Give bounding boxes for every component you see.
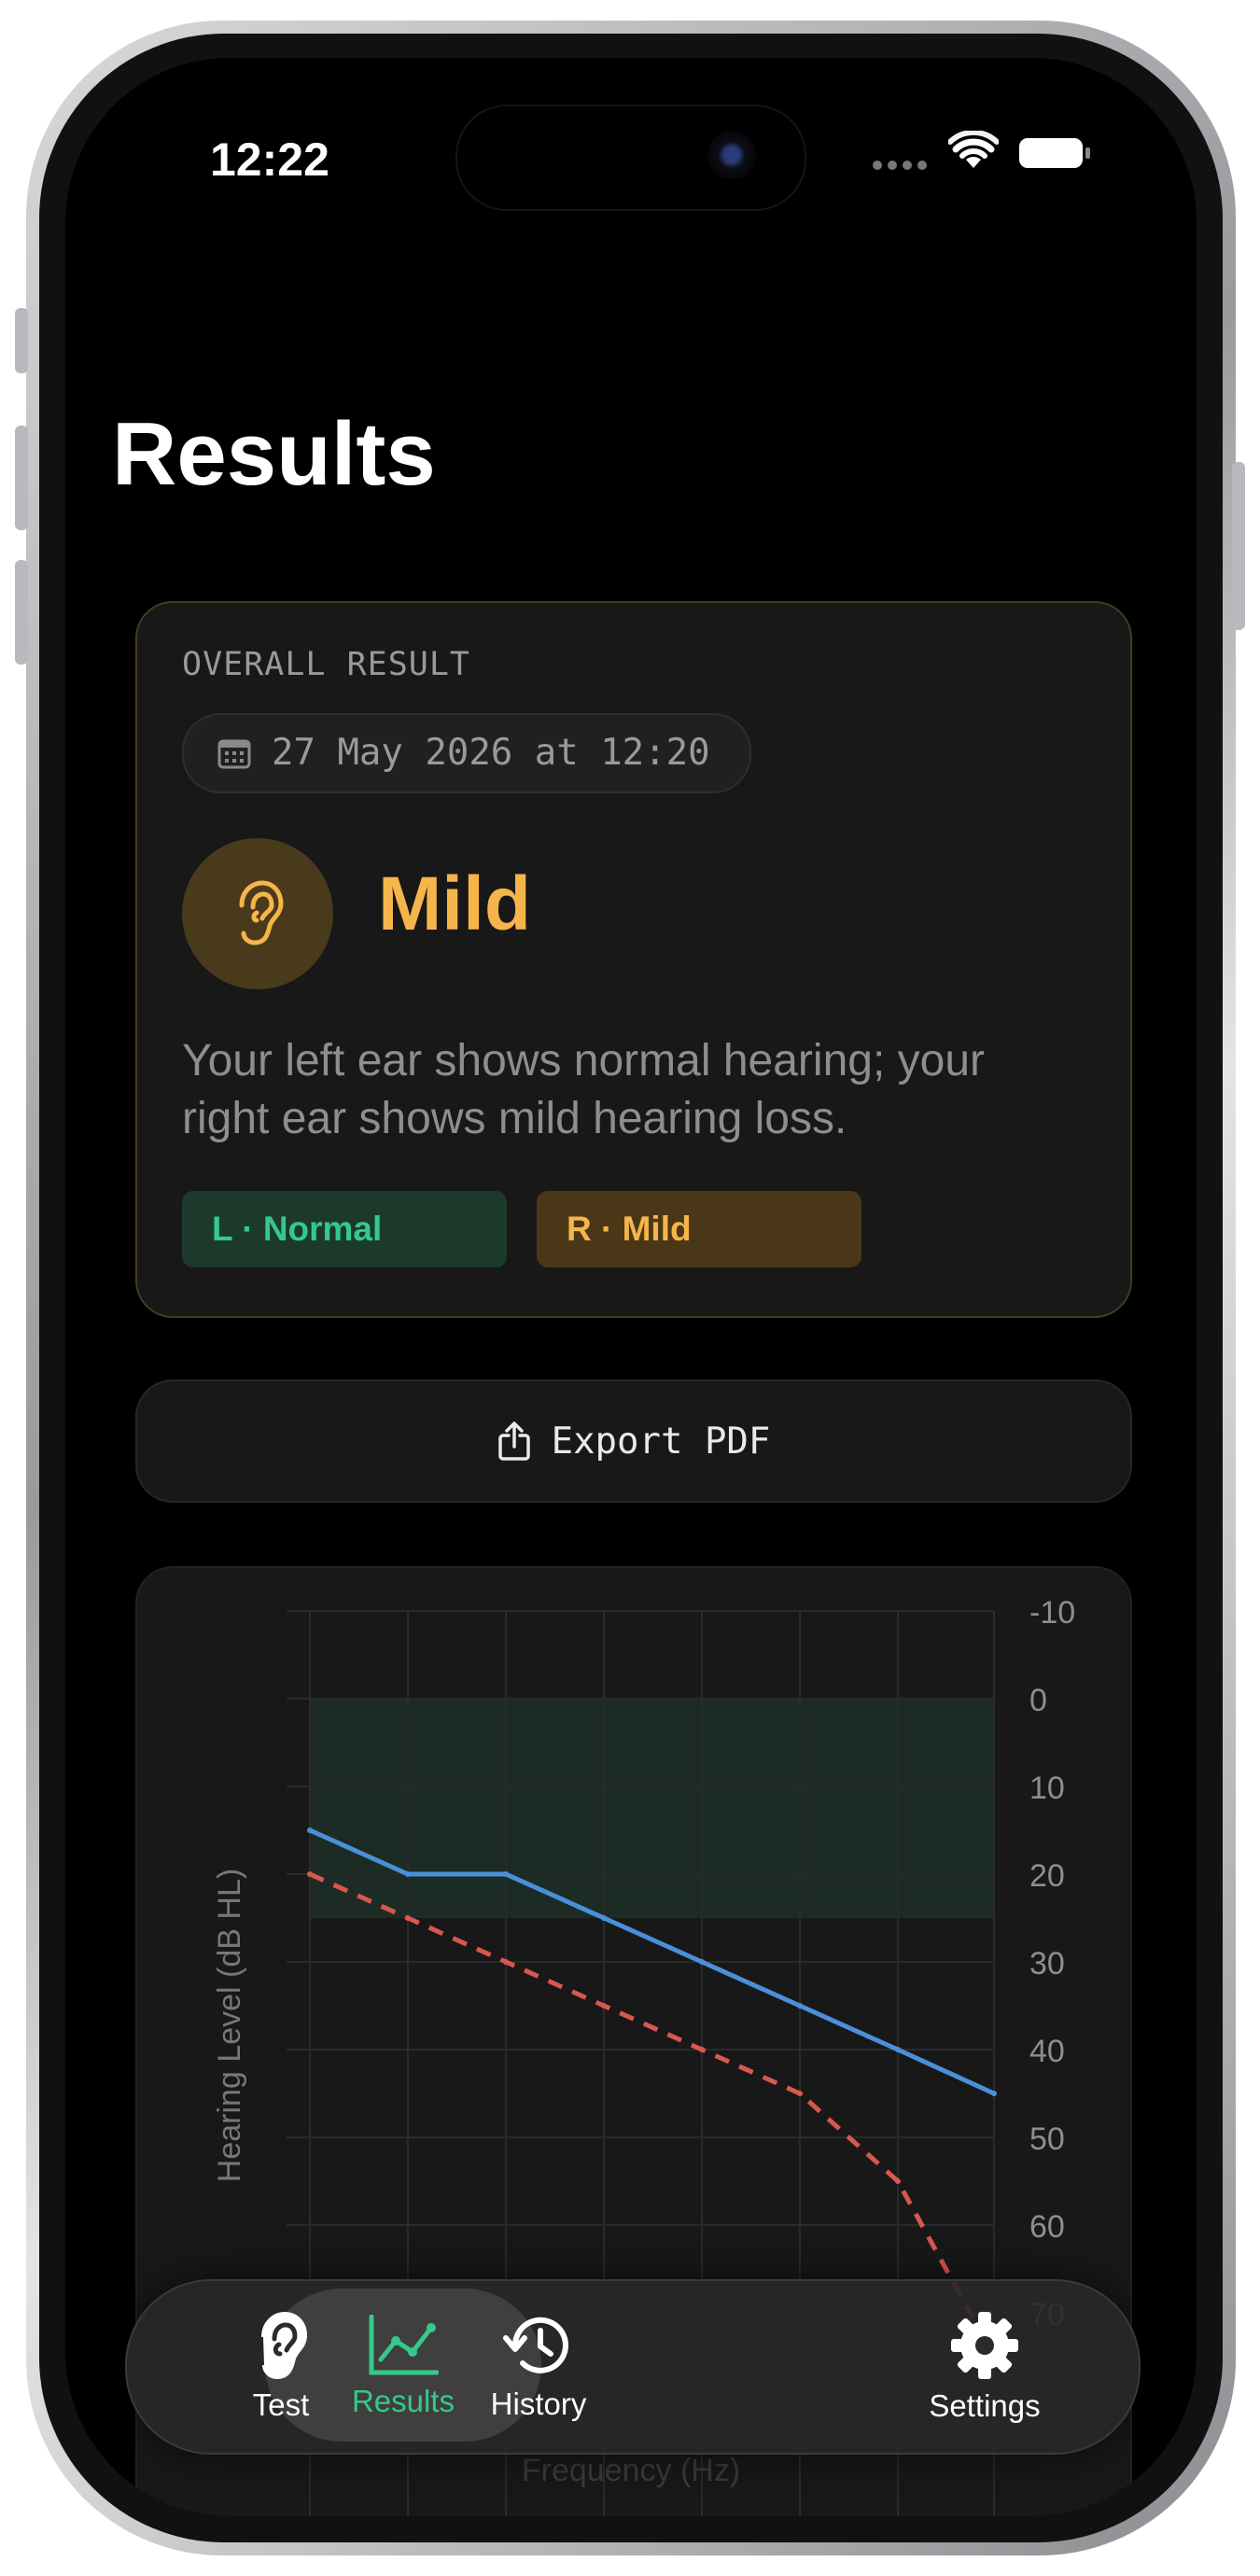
x-axis-label: Frequency (Hz) <box>521 2453 741 2488</box>
left-ear-point <box>797 2003 803 2009</box>
y-axis-label: Hearing Level (dB HL) <box>212 1869 247 2182</box>
camera-icon <box>707 131 756 179</box>
action-button <box>15 308 28 373</box>
left-ear-point <box>699 1959 705 1965</box>
side-button <box>1232 462 1245 630</box>
tab-history-label: History <box>490 2387 587 2421</box>
left-ear-point <box>601 1915 607 1921</box>
right-ear-point <box>797 2091 803 2096</box>
y-tick-label: 20 <box>1029 1858 1065 1894</box>
battery-icon <box>1019 138 1090 168</box>
y-tick-label: 0 <box>1029 1683 1047 1718</box>
test-date: 27 May 2026 at 12:20 <box>272 732 710 774</box>
volume-up-button <box>15 426 28 530</box>
export-pdf-button[interactable]: Export PDF <box>135 1379 1132 1503</box>
export-pdf-label: Export PDF <box>551 1420 771 1463</box>
result-description: Your left ear shows normal hearing; your… <box>182 1036 986 1143</box>
overall-result-label: OVERALL RESULT <box>182 646 471 683</box>
result-badge <box>182 838 333 989</box>
signal-icon <box>873 161 927 170</box>
volume-down-button <box>15 560 28 665</box>
left-ear-point <box>503 1871 509 1877</box>
left-ear-point <box>895 2047 901 2052</box>
ear-icon <box>239 880 284 945</box>
right-ear-point <box>405 1915 411 1921</box>
status-time: 12:22 <box>210 133 329 186</box>
screen: 12:22 Results OVERALL RESULT 27 May 2026… <box>65 58 1197 2516</box>
share-icon <box>497 1421 530 1461</box>
gear-icon <box>951 2312 1018 2379</box>
left-ear-point <box>405 1871 411 1877</box>
result-classification: Mild <box>378 861 531 946</box>
export-pdf-content: Export PDF <box>137 1381 1130 1501</box>
left-ear-chip: L · Normal <box>182 1191 507 1267</box>
y-tick-label: 30 <box>1029 1946 1065 1981</box>
tab-settings[interactable]: Settings <box>859 2281 1111 2453</box>
tab-bar: Test Results History Settings <box>125 2279 1141 2455</box>
date-pill: 27 May 2026 at 12:20 <box>182 713 751 793</box>
history-icon <box>503 2317 568 2373</box>
right-ear-point <box>699 2047 705 2052</box>
right-ear-point <box>307 1871 313 1877</box>
y-tick-label: 40 <box>1029 2034 1065 2069</box>
page-title: Results <box>112 404 436 504</box>
left-ear-point <box>307 1827 313 1833</box>
right-ear-chip: R · Mild <box>537 1191 861 1267</box>
left-ear-point <box>991 2091 997 2096</box>
y-tick-label: -10 <box>1029 1595 1075 1631</box>
y-tick-label: 10 <box>1029 1771 1065 1806</box>
calendar-icon <box>217 739 251 769</box>
y-tick-label: 60 <box>1029 2209 1065 2245</box>
normal-hearing-band <box>310 1699 994 1918</box>
right-ear-point <box>601 2003 607 2009</box>
right-ear-point <box>895 2178 901 2184</box>
tab-history[interactable]: History <box>413 2281 665 2453</box>
y-tick-label: 50 <box>1029 2121 1065 2157</box>
wifi-icon <box>948 131 999 168</box>
overall-result-card: OVERALL RESULT 27 May 2026 at 12:20 Mild… <box>135 601 1132 1318</box>
tab-settings-label: Settings <box>929 2388 1041 2423</box>
right-ear-point <box>503 1959 509 1965</box>
